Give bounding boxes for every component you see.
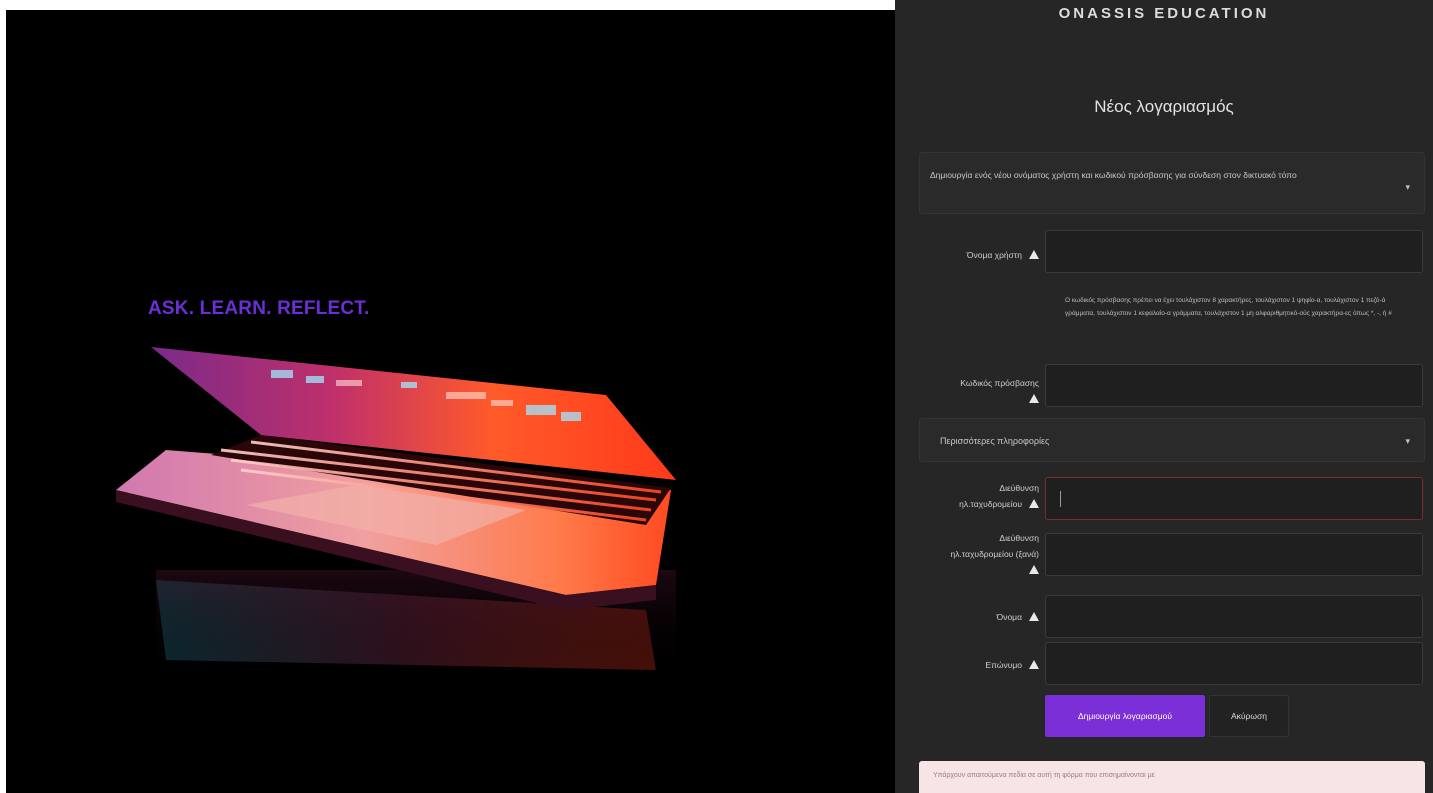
last-name-label: Επώνυμο — [909, 657, 1039, 673]
signup-panel: ONASSIS EDUCATION Νέος λογαριασμός Δημιο… — [895, 0, 1433, 793]
password-policy-text: Ο κωδικός πρόσβασης πρέπει να έχει τουλά… — [1065, 297, 1392, 317]
chevron-down-icon: ▾ — [1405, 182, 1410, 192]
first-name-input[interactable] — [1045, 595, 1423, 638]
hero-tagline: ASK. LEARN. REFLECT. — [148, 298, 370, 319]
hero-image: ASK. LEARN. REFLECT. — [6, 10, 895, 793]
required-icon — [1029, 394, 1039, 403]
required-icon — [1029, 612, 1039, 621]
required-icon — [1029, 250, 1039, 259]
brand-logo: ONASSIS EDUCATION — [1058, 5, 1270, 22]
intro-section-toggle[interactable]: Δημιουργία ενός νέου ονόματος χρήστη και… — [919, 152, 1425, 214]
more-info-section-text: Περισσότερες πληροφορίες — [940, 436, 1050, 446]
cancel-button[interactable]: Ακύρωση — [1209, 695, 1289, 737]
required-fields-notice: Υπάρχουν απαιτούμενα πεδία σε αυτή τη φό… — [919, 761, 1425, 793]
password-label: Κωδικός πρόσβασης — [909, 375, 1039, 407]
password-input[interactable] — [1045, 364, 1423, 407]
required-icon — [1029, 565, 1039, 574]
email-input[interactable] — [1045, 477, 1423, 520]
username-input[interactable] — [1045, 230, 1423, 273]
required-icon — [1029, 660, 1039, 669]
required-fields-notice-text: Υπάρχουν απαιτούμενα πεδία σε αυτή τη φό… — [933, 772, 1155, 779]
first-name-label: Όνομα — [909, 609, 1039, 625]
email-confirm-label: Διεύθυνση ηλ.ταχυδρομείου (ξανά) — [939, 530, 1039, 578]
intro-section-text: Δημιουργία ενός νέου ονόματος χρήστη και… — [930, 170, 1297, 180]
more-info-section-toggle[interactable]: Περισσότερες πληροφορίες ▾ — [919, 418, 1425, 462]
last-name-input[interactable] — [1045, 642, 1423, 685]
username-label: Όνομα χρήστη — [909, 247, 1039, 263]
email-label: Διεύθυνση ηλ.ταχυδρομείου — [959, 483, 1039, 509]
required-icon — [1029, 499, 1039, 508]
create-account-button[interactable]: Δημιουργία λογαριασμού — [1045, 695, 1205, 737]
text-cursor — [1060, 491, 1061, 507]
laptop-illustration — [116, 347, 676, 680]
page-title: Νέος λογαριασμός — [1094, 97, 1234, 116]
chevron-down-icon: ▾ — [1405, 436, 1410, 446]
email-confirm-input[interactable] — [1045, 533, 1423, 576]
